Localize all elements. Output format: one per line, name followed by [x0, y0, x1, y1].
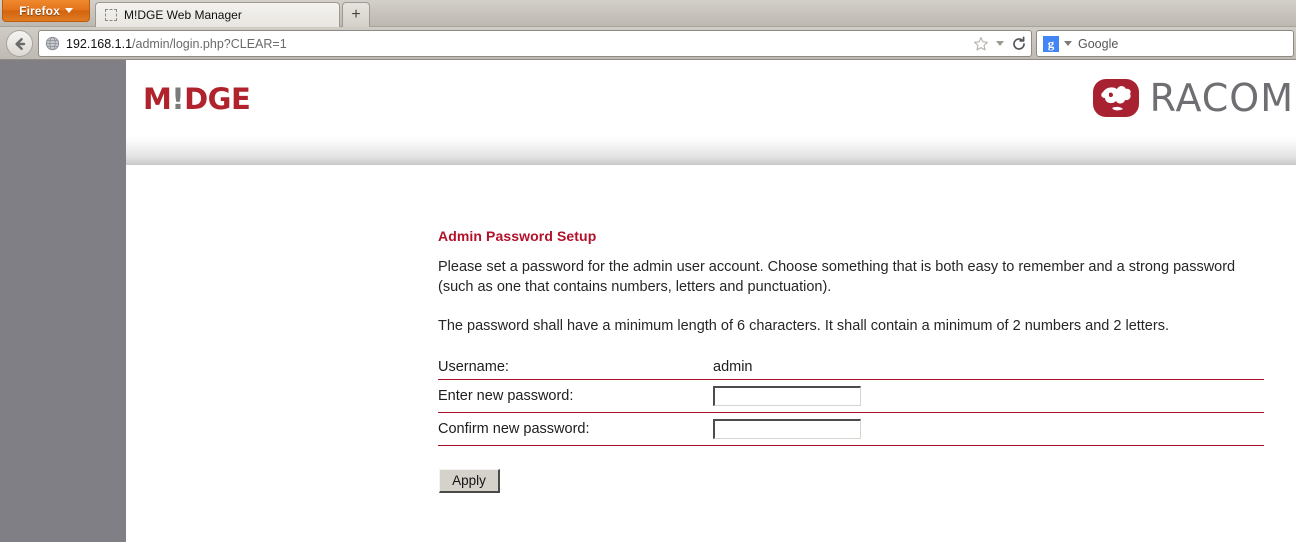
search-engine-chevron-icon[interactable] — [1064, 41, 1072, 46]
url-bar[interactable]: 192.168.1.1/admin/login.php?CLEAR=1 — [38, 30, 1032, 57]
password-settings-table: Username: admin Enter new password: Conf… — [438, 354, 1264, 447]
midge-logo-bang: ! — [171, 82, 185, 116]
globe-icon — [45, 36, 60, 51]
browser-chrome: Firefox M!DGE Web Manager + 192.168.1.1/… — [0, 0, 1296, 60]
back-arrow-icon — [14, 37, 25, 50]
racom-logo: RACOM — [1092, 76, 1294, 120]
midge-logo: M!DGE — [143, 82, 251, 116]
racom-wordmark: RACOM — [1149, 76, 1294, 120]
navigation-toolbar: 192.168.1.1/admin/login.php?CLEAR=1 g Go… — [0, 27, 1296, 60]
back-button[interactable] — [6, 30, 33, 57]
url-host: 192.168.1.1 — [66, 36, 133, 51]
search-input[interactable]: Google — [1078, 37, 1118, 51]
midge-logo-part-before: M — [143, 82, 172, 116]
confirm-password-label: Confirm new password: — [438, 412, 713, 447]
firefox-menu-button[interactable]: Firefox — [2, 0, 90, 22]
browser-tab[interactable]: M!DGE Web Manager — [95, 2, 340, 27]
username-value: admin — [713, 354, 1264, 381]
reload-icon[interactable] — [1011, 36, 1027, 52]
content-area: Admin Password Setup Please set a passwo… — [126, 165, 1296, 542]
new-tab-button[interactable]: + — [342, 2, 370, 27]
firefox-menu-label: Firefox — [19, 3, 60, 18]
favicon-placeholder-icon — [105, 9, 117, 21]
chevron-down-icon — [64, 8, 73, 13]
intro-paragraph-2: The password shall have a minimum length… — [438, 317, 1169, 334]
new-password-label: Enter new password: — [438, 379, 713, 414]
table-row-confirm-password: Confirm new password: — [438, 412, 1264, 447]
dropdown-caret-icon[interactable] — [996, 41, 1004, 46]
table-row-username: Username: admin — [438, 354, 1264, 381]
google-engine-icon[interactable]: g — [1043, 35, 1059, 52]
url-text: 192.168.1.1/admin/login.php?CLEAR=1 — [66, 37, 965, 51]
page-title: Admin Password Setup — [438, 228, 597, 244]
browser-tab-title: M!DGE Web Manager — [124, 8, 242, 22]
apply-button[interactable]: Apply — [439, 469, 500, 494]
intro-paragraph-1: Please set a password for the admin user… — [438, 259, 1236, 295]
search-bar[interactable]: g Google — [1036, 30, 1294, 57]
username-label: Username: — [438, 354, 713, 381]
confirm-password-input[interactable] — [713, 419, 861, 440]
header-gradient-band — [126, 135, 1296, 165]
new-password-input[interactable] — [713, 386, 861, 407]
bookmark-star-icon[interactable] — [973, 36, 989, 52]
page-viewport: M!DGE RACOM Admin Password Setup Please … — [0, 60, 1296, 542]
racom-mark-icon — [1092, 79, 1139, 117]
page-left-gutter — [0, 60, 126, 542]
tab-strip: Firefox M!DGE Web Manager + — [0, 0, 1296, 27]
url-bar-icons — [965, 36, 1027, 52]
url-path: /admin/login.php?CLEAR=1 — [132, 36, 287, 51]
table-row-new-password: Enter new password: — [438, 379, 1264, 414]
site-header: M!DGE RACOM — [126, 60, 1296, 135]
site-container: M!DGE RACOM Admin Password Setup Please … — [126, 60, 1296, 542]
new-tab-label: + — [351, 6, 361, 23]
admin-password-setup-form: Admin Password Setup Please set a passwo… — [438, 228, 1264, 494]
midge-logo-part-after: DGE — [184, 82, 251, 116]
